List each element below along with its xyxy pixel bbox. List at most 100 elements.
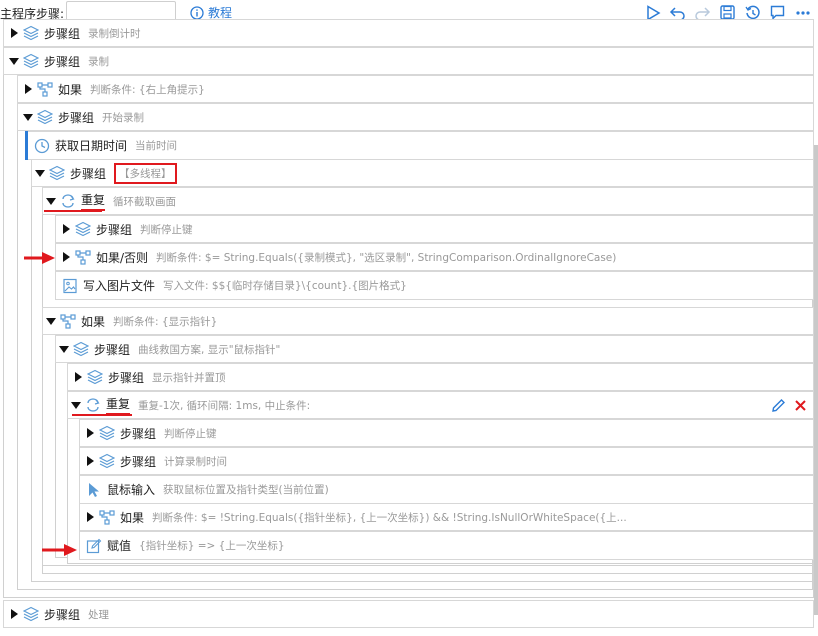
expand-arrow-icon[interactable] <box>9 609 19 619</box>
repeat-icon <box>60 193 76 209</box>
tree-row-repeat-capture[interactable]: 重复 循环截取画面 <box>42 187 814 215</box>
expand-arrow-icon[interactable] <box>9 28 19 38</box>
selection-indicator <box>25 131 28 160</box>
collapse-arrow-icon[interactable] <box>71 400 81 410</box>
row-title: 获取日期时间 <box>55 139 128 153</box>
tree-row-stop-key-2[interactable]: 步骤组 判断停止键 <box>79 419 814 447</box>
expand-arrow-icon[interactable] <box>23 84 33 94</box>
row-desc: 判断条件: $= !String.Equals({指针坐标}, {上一次坐标})… <box>152 511 627 524</box>
expand-arrow-icon[interactable] <box>73 372 83 382</box>
layers-icon <box>37 109 53 125</box>
row-title: 鼠标输入 <box>107 483 156 497</box>
image-file-icon <box>62 278 78 294</box>
edit-icon <box>86 538 102 554</box>
collapse-arrow-icon[interactable] <box>35 168 45 178</box>
tree-row-process[interactable]: 步骤组 处理 <box>3 600 814 628</box>
repeat-icon <box>85 397 101 413</box>
layers-icon <box>49 165 65 181</box>
tree-row-write-image[interactable]: 写入图片文件 写入文件: $${临时存储目录}\{count}.{图片格式} <box>55 271 814 300</box>
row-desc: 获取鼠标位置及指针类型(当前位置) <box>163 484 329 496</box>
row-desc: 录制倒计时 <box>88 27 141 40</box>
delete-button[interactable] <box>794 399 807 412</box>
row-desc: 录制 <box>88 55 110 68</box>
layers-icon <box>99 425 115 441</box>
layers-icon <box>87 369 103 385</box>
row-desc: 开始录制 <box>102 111 145 124</box>
tree-row-record[interactable]: 步骤组 录制 <box>3 47 814 75</box>
layers-icon <box>23 606 39 622</box>
branch-icon <box>99 509 115 525</box>
row-title: 如果 <box>58 82 83 97</box>
row-title: 如果 <box>120 510 145 525</box>
row-title: 步骤组 <box>44 54 81 69</box>
row-title: 步骤组 <box>120 454 157 469</box>
row-desc: 循环截取画面 <box>113 195 177 208</box>
multithread-highlight: 【多线程】 <box>114 162 177 184</box>
tree-row-assign[interactable]: 赋值 {指针坐标} => {上一次坐标} <box>79 531 814 560</box>
tree-row-mouse-input[interactable]: 鼠标输入 获取鼠标位置及指针类型(当前位置) <box>79 475 814 504</box>
collapse-arrow-icon[interactable] <box>46 316 56 326</box>
row-desc: 计算录制时间 <box>164 455 228 468</box>
collapse-arrow-icon[interactable] <box>46 196 56 206</box>
layers-icon <box>23 25 39 41</box>
expand-arrow-icon[interactable] <box>85 428 95 438</box>
expand-arrow-icon[interactable] <box>85 456 95 466</box>
row-title: 写入图片文件 <box>83 279 156 293</box>
row-title: 步骤组 <box>108 370 145 385</box>
annotation-underline <box>44 210 102 212</box>
row-desc: 判断停止键 <box>164 427 217 440</box>
tree-row-start-record[interactable]: 步骤组 开始录制 <box>17 103 814 131</box>
tree-row-if-else-record-mode[interactable]: 如果/否则 判断条件: $= String.Equals({录制模式}, "选区… <box>55 243 814 271</box>
tree-row-countdown[interactable]: 步骤组 录制倒计时 <box>3 19 814 47</box>
row-title: 步骤组 <box>96 222 133 237</box>
close-icon <box>795 399 806 411</box>
tree-row-get-datetime[interactable]: 获取日期时间 当前时间 <box>25 131 814 160</box>
row-title: 步骤组 <box>94 342 131 357</box>
layers-icon <box>23 53 39 69</box>
row-desc: 处理 <box>88 608 110 621</box>
tree-row-if-show-pointer[interactable]: 如果 判断条件: {显示指针} <box>42 307 814 335</box>
save-icon <box>720 5 735 20</box>
comment-icon <box>770 5 785 20</box>
row-title: 重复 <box>106 395 131 415</box>
expand-arrow-icon[interactable] <box>61 252 71 262</box>
row-desc: 写入文件: $${临时存储目录}\{count}.{图片格式} <box>163 280 407 292</box>
expand-arrow-icon[interactable] <box>85 512 95 522</box>
row-title: 步骤组 <box>44 607 81 622</box>
row-title: 如果/否则 <box>96 250 149 265</box>
pencil-icon <box>772 398 785 412</box>
branch-icon <box>75 249 91 265</box>
tree-row-pointer-scheme[interactable]: 步骤组 曲线救国方案, 显示"鼠标指针" <box>55 335 814 363</box>
annotation-arrow-icon <box>42 544 77 556</box>
tree-row-repeat-pointer[interactable]: 重复 重复-1次, 循环间隔: 1ms, 中止条件: <box>67 391 814 419</box>
row-desc: 当前时间 <box>135 140 178 152</box>
row-desc: {指针坐标} => {上一次坐标} <box>139 540 285 552</box>
row-title: 步骤组 <box>70 166 107 181</box>
row-desc: 判断条件: {显示指针} <box>113 315 218 328</box>
tree-row-if-pointer-changed[interactable]: 如果 判断条件: $= !String.Equals({指针坐标}, {上一次坐… <box>79 503 814 531</box>
cursor-icon <box>86 482 102 498</box>
collapse-arrow-icon[interactable] <box>9 56 19 66</box>
tree-row-stop-key-1[interactable]: 步骤组 判断停止键 <box>55 215 814 243</box>
row-desc: 曲线救国方案, 显示"鼠标指针" <box>138 343 281 356</box>
expand-arrow-icon[interactable] <box>61 224 71 234</box>
row-title: 重复 <box>81 191 106 211</box>
row-desc: 判断停止键 <box>140 223 193 236</box>
tree-row-if-top-right-hint[interactable]: 如果 判断条件: {右上角提示} <box>17 75 814 103</box>
tree-row-multithread[interactable]: 步骤组 【多线程】 <box>31 159 814 187</box>
row-title: 如果 <box>81 314 106 329</box>
annotation-underline <box>72 414 132 416</box>
row-desc: 判断条件: $= String.Equals({录制模式}, "选区录制", S… <box>156 251 617 264</box>
vertical-scrollbar[interactable] <box>814 145 818 615</box>
row-title: 步骤组 <box>58 110 95 125</box>
row-title: 步骤组 <box>44 26 81 41</box>
collapse-arrow-icon[interactable] <box>23 112 33 122</box>
layers-icon <box>73 341 89 357</box>
edit-button[interactable] <box>771 398 786 413</box>
annotation-arrow-icon <box>24 252 55 264</box>
row-title: 赋值 <box>107 539 132 553</box>
collapse-arrow-icon[interactable] <box>59 344 69 354</box>
tree-row-record-time[interactable]: 步骤组 计算录制时间 <box>79 447 814 475</box>
row-desc: 判断条件: {右上角提示} <box>90 83 205 96</box>
tree-row-show-pointer-top[interactable]: 步骤组 显示指针并置顶 <box>67 363 814 391</box>
